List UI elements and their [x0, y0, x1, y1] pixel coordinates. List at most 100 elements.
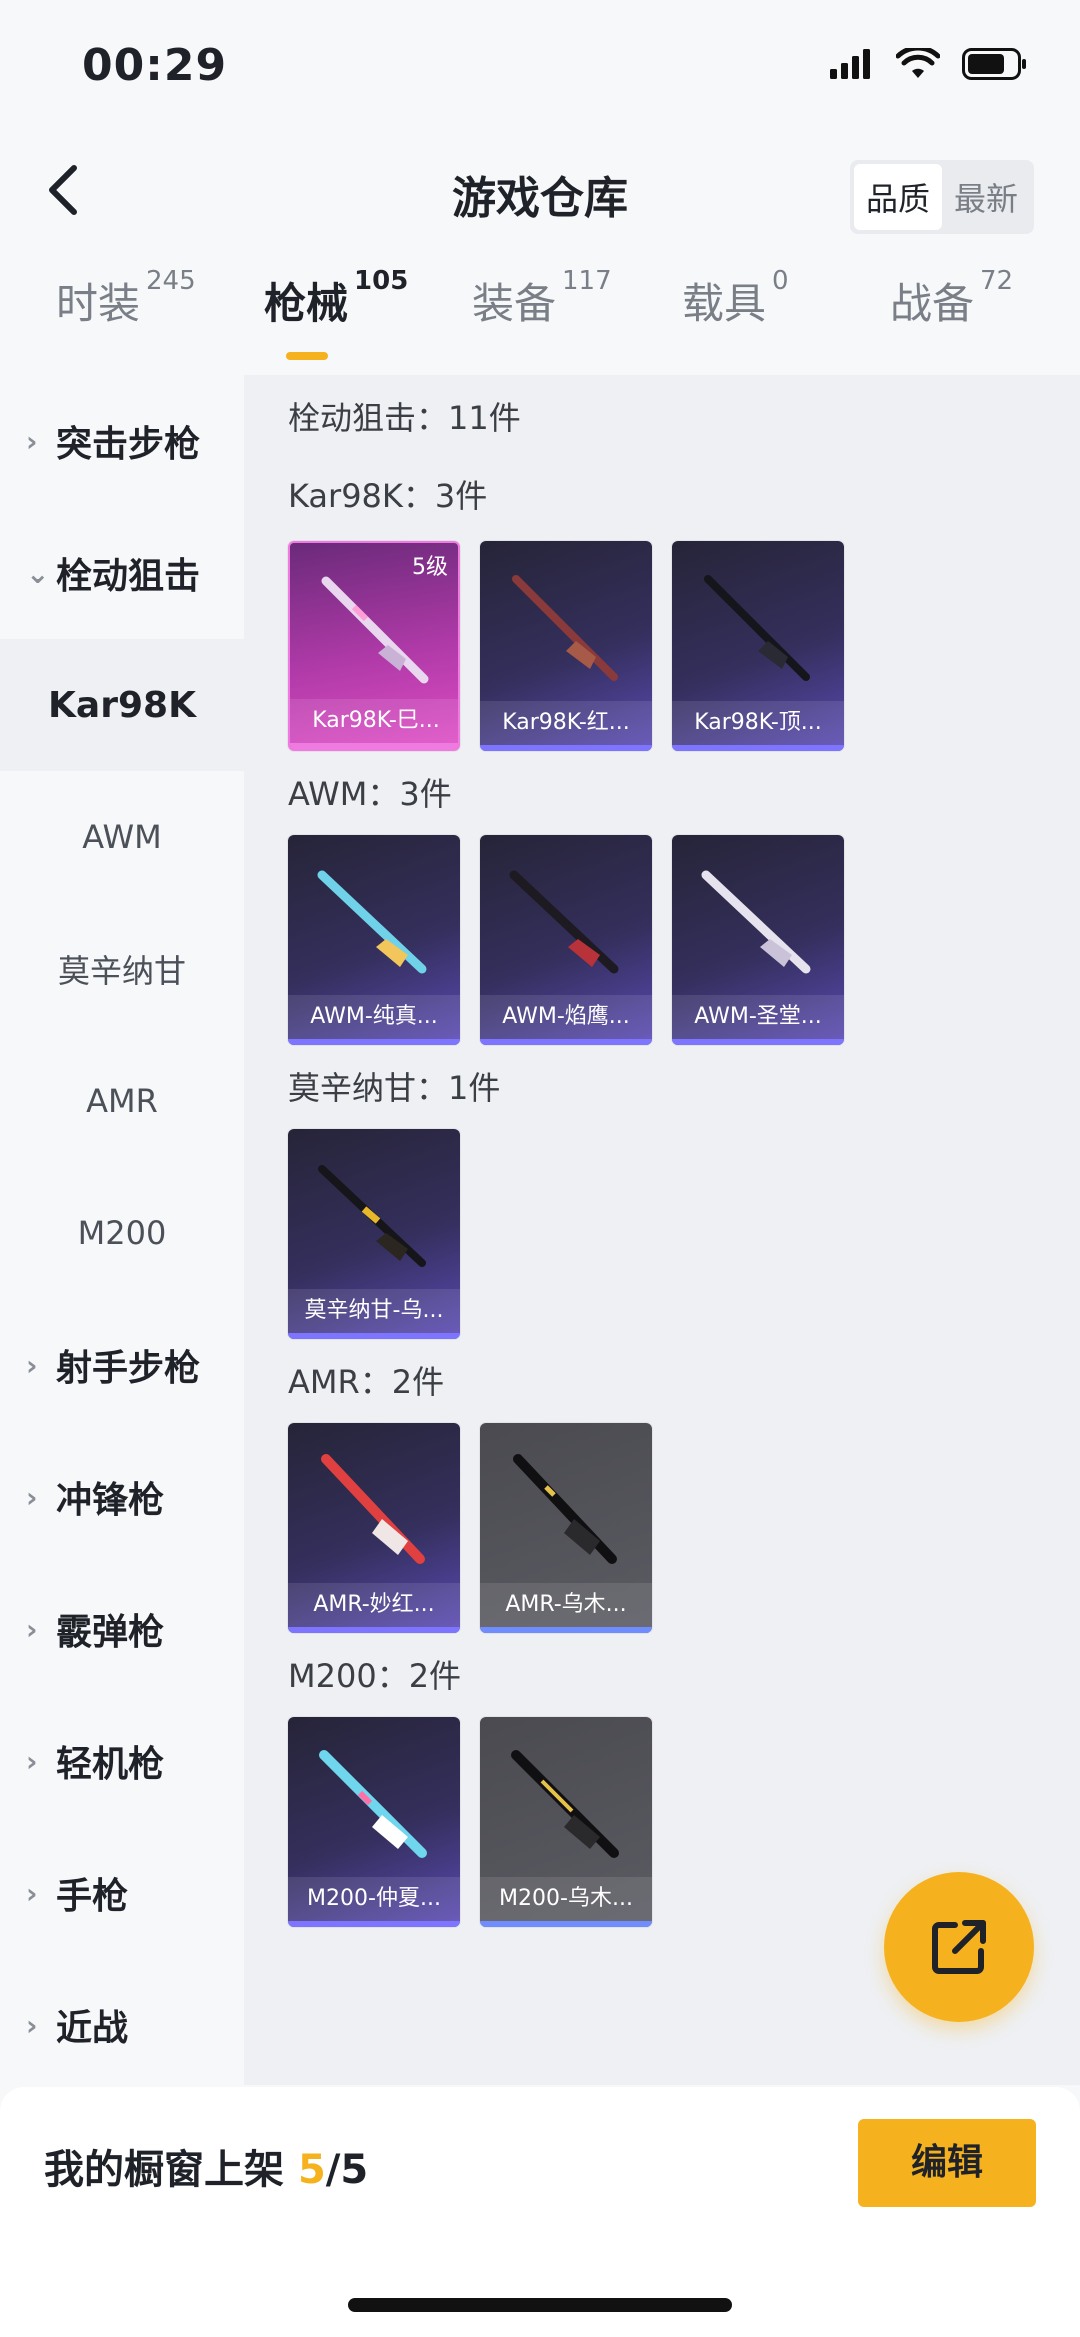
wifi-icon	[896, 48, 940, 78]
weapon-name: Kar98K-巳...	[290, 699, 458, 743]
sidebar-item-mosin[interactable]: 莫辛纳甘	[0, 903, 244, 1035]
tab-label: 枪械	[264, 279, 349, 328]
sidebar-item-label: 轻机枪	[56, 1744, 165, 1785]
weapon-name: M200-乌木...	[480, 1877, 652, 1921]
sidebar-item-kar98k[interactable]: Kar98K	[0, 639, 244, 771]
chevron-right-icon: ›	[26, 424, 38, 458]
rifle-icon	[319, 1750, 427, 1858]
rarity-bar	[480, 1627, 652, 1633]
weapon-name: AMR-乌木...	[480, 1583, 652, 1627]
weapon-name: Kar98K-红...	[480, 701, 652, 745]
sidebar-item-lmg[interactable]: › 轻机枪	[0, 1695, 244, 1827]
group-title: AWM：3件	[288, 775, 452, 813]
weapon-card[interactable]: AMR-妙红...	[288, 1423, 460, 1633]
rifle-icon	[511, 1750, 619, 1858]
group-title: 莫辛纳甘：1件	[288, 1069, 501, 1107]
header: 游戏仓库 品质 最新	[0, 130, 1080, 250]
weapon-name: AWM-焰鹰...	[480, 995, 652, 1039]
sidebar-item-label: 冲锋枪	[56, 1480, 165, 1521]
sidebar-item-label: Kar98K	[48, 684, 196, 726]
chevron-right-icon: ›	[26, 2008, 38, 2042]
sidebar-item-smg[interactable]: › 冲锋枪	[0, 1431, 244, 1563]
level-badge: 5级	[412, 555, 448, 580]
weapon-name: 莫辛纳甘-乌...	[288, 1289, 460, 1333]
sidebar-item-amr[interactable]: AMR	[0, 1035, 244, 1167]
sidebar-item-label: 射手步枪	[56, 1348, 201, 1389]
rifle-icon	[513, 1454, 617, 1564]
chevron-right-icon: ›	[26, 1348, 38, 1382]
status-bar: 00:29	[0, 0, 1080, 130]
tab-label: 载具	[682, 279, 767, 328]
home-indicator	[348, 2298, 732, 2312]
sidebar-item-marksman-rifle[interactable]: › 射手步枪	[0, 1299, 244, 1431]
battery-icon	[962, 48, 1026, 80]
group-title: AMR：2件	[288, 1363, 445, 1401]
sidebar: › 突击步枪 ⌄ 栓动狙击 Kar98K AWM 莫辛纳甘 AMR M200 › 射手…	[0, 375, 244, 2085]
weapon-card[interactable]: M200-仲夏...	[288, 1717, 460, 1927]
sidebar-item-label: 手枪	[56, 1876, 129, 1917]
showcase-total: /5	[325, 2147, 369, 2193]
sidebar-item-bolt-sniper[interactable]: ⌄ 栓动狙击	[0, 507, 244, 639]
active-tab-indicator	[286, 352, 328, 360]
sidebar-item-label: AWM	[82, 818, 162, 856]
weapon-card[interactable]: AWM-圣堂...	[672, 835, 844, 1045]
showcase-status: 我的橱窗上架 5/5	[44, 2137, 368, 2195]
weapon-card[interactable]: AWM-焰鹰...	[480, 835, 652, 1045]
weapon-name: AWM-圣堂...	[672, 995, 844, 1039]
sidebar-item-shotgun[interactable]: › 霰弹枪	[0, 1563, 244, 1695]
rifle-icon	[512, 575, 618, 681]
weapon-name: Kar98K-顶...	[672, 701, 844, 745]
chevron-down-icon: ⌄	[26, 556, 50, 590]
sort-newest-option[interactable]: 最新	[942, 164, 1030, 230]
sidebar-item-awm[interactable]: AWM	[0, 771, 244, 903]
tab-equipment[interactable]: 装备 117	[472, 266, 612, 331]
weapon-card[interactable]: AMR-乌木...	[480, 1423, 652, 1633]
weapon-card[interactable]: Kar98K-红...	[480, 541, 652, 751]
sidebar-item-label: 近战	[56, 2008, 129, 2049]
sidebar-item-melee[interactable]: › 近战	[0, 1959, 244, 2091]
rarity-bar	[480, 1921, 652, 1927]
weapon-list: 栓动狙击：11件 Kar98K：3件 5级 Kar98K-巳... Kar98K…	[244, 375, 1080, 2085]
chevron-right-icon: ›	[26, 1744, 38, 1778]
tab-label: 时装	[56, 279, 141, 328]
tab-gear[interactable]: 战备 72	[890, 266, 1013, 331]
sidebar-item-assault-rifle[interactable]: › 突击步枪	[0, 375, 244, 507]
group-title: M200：2件	[288, 1657, 462, 1695]
tab-outfits[interactable]: 时装 245	[56, 266, 196, 331]
tab-count: 117	[562, 266, 612, 296]
rarity-bar	[290, 743, 458, 749]
edit-button[interactable]: 编辑	[858, 2119, 1036, 2207]
sidebar-item-m200[interactable]: M200	[0, 1167, 244, 1299]
weapon-card[interactable]: 5级 Kar98K-巳...	[288, 541, 460, 751]
rarity-bar	[288, 1627, 460, 1633]
rarity-bar	[480, 745, 652, 751]
tab-label: 装备	[472, 279, 557, 328]
external-link-icon	[932, 1920, 986, 1974]
weapon-card[interactable]: Kar98K-顶...	[672, 541, 844, 751]
rarity-bar	[672, 1039, 844, 1045]
chevron-right-icon: ›	[26, 1480, 38, 1514]
share-button[interactable]	[884, 1872, 1034, 2022]
rifle-icon	[317, 870, 427, 974]
tab-vehicles[interactable]: 载具 0	[682, 266, 789, 331]
sidebar-item-label: 栓动狙击	[56, 556, 201, 597]
sidebar-item-label: 突击步枪	[56, 424, 201, 465]
sort-quality-option[interactable]: 品质	[853, 164, 942, 230]
tab-count: 245	[146, 266, 196, 296]
sidebar-item-label: AMR	[86, 1082, 158, 1120]
weapon-card[interactable]: M200-乌木...	[480, 1717, 652, 1927]
group-title: Kar98K：3件	[288, 477, 488, 515]
rarity-bar	[288, 1039, 460, 1045]
weapon-name: AWM-纯真...	[288, 995, 460, 1039]
weapon-card[interactable]: 莫辛纳甘-乌...	[288, 1129, 460, 1339]
chevron-right-icon: ›	[26, 1876, 38, 1910]
category-tabs: 时装 245 枪械 105 装备 117 载具 0 战备 72	[0, 266, 1080, 370]
sidebar-item-pistol[interactable]: › 手枪	[0, 1827, 244, 1959]
rifle-icon	[321, 576, 429, 684]
status-time: 00:29	[82, 40, 228, 91]
rifle-icon	[509, 870, 619, 974]
sort-toggle: 品质 最新	[849, 160, 1034, 234]
status-icons	[830, 48, 1028, 80]
tab-guns[interactable]: 枪械 105	[264, 266, 408, 331]
weapon-card[interactable]: AWM-纯真...	[288, 835, 460, 1045]
